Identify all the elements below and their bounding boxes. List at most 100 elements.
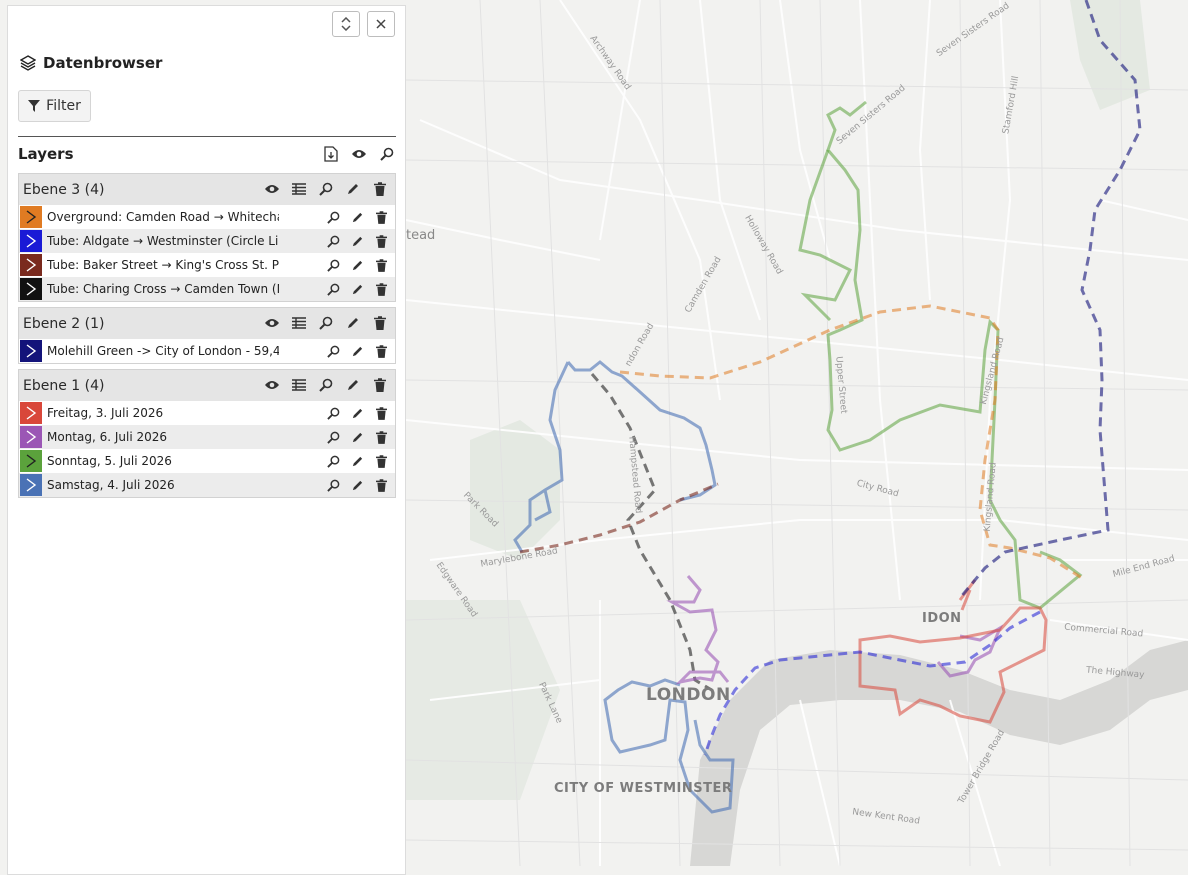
layer-item[interactable]: Molehill Green -> City of London - 59,4 … xyxy=(19,339,395,363)
edit-icon[interactable] xyxy=(348,428,366,446)
edit-icon[interactable] xyxy=(348,232,366,250)
filter-label: Filter xyxy=(46,98,81,114)
edit-icon[interactable] xyxy=(348,208,366,226)
route-swatch-icon xyxy=(20,254,42,276)
route-swatch-icon xyxy=(20,402,42,424)
layer-group-title: Ebene 2 (1) xyxy=(23,315,105,332)
layer-group-title: Ebene 3 (4) xyxy=(23,181,105,198)
close-button[interactable] xyxy=(367,11,395,37)
route-swatch-icon xyxy=(20,230,42,252)
table-icon[interactable] xyxy=(290,314,308,332)
edit-icon[interactable] xyxy=(348,404,366,422)
layer-item-label: Tube: Aldgate → Westminster (Circle Line… xyxy=(47,234,279,248)
data-browser-panel: Datenbrowser Filter Layers Ebene 3 (4) O… xyxy=(7,5,406,875)
route-swatch-icon xyxy=(20,340,42,362)
zoom-icon[interactable] xyxy=(324,280,342,298)
route-swatch-icon xyxy=(20,206,42,228)
layer-item-label: Tube: Baker Street → King's Cross St. Pa… xyxy=(47,258,279,272)
edit-icon[interactable] xyxy=(348,476,366,494)
eye-icon[interactable] xyxy=(263,180,281,198)
panel-title: Datenbrowser xyxy=(20,54,162,72)
chevron-up-down-icon xyxy=(341,17,351,31)
layer-item-label: Montag, 6. Juli 2026 xyxy=(47,430,168,444)
import-file-icon[interactable] xyxy=(322,145,340,163)
layer-item[interactable]: Tube: Aldgate → Westminster (Circle Line… xyxy=(19,229,395,253)
eye-icon[interactable] xyxy=(350,145,368,163)
route-swatch-icon xyxy=(20,474,42,496)
layer-group-header[interactable]: Ebene 1 (4) xyxy=(19,370,395,401)
edit-icon[interactable] xyxy=(344,314,362,332)
panel-title-text: Datenbrowser xyxy=(43,54,163,72)
trash-icon[interactable] xyxy=(372,428,390,446)
layers-title: Layers xyxy=(18,145,74,163)
zoom-icon[interactable] xyxy=(378,145,396,163)
zoom-icon[interactable] xyxy=(324,208,342,226)
layer-group: Ebene 2 (1) Molehill Green -> City of Lo… xyxy=(18,307,396,364)
zoom-icon[interactable] xyxy=(317,376,335,394)
route-swatch-icon xyxy=(20,450,42,472)
layer-item[interactable]: Samstag, 4. Juli 2026 xyxy=(19,473,395,497)
edit-icon[interactable] xyxy=(348,452,366,470)
zoom-icon[interactable] xyxy=(324,476,342,494)
eye-icon[interactable] xyxy=(263,314,281,332)
layer-group: Ebene 3 (4) Overground: Camden Road → Wh… xyxy=(18,173,396,302)
layer-group-header[interactable]: Ebene 2 (1) xyxy=(19,308,395,339)
layer-item[interactable]: Overground: Camden Road → Whitechapel xyxy=(19,205,395,229)
trash-icon[interactable] xyxy=(371,314,389,332)
eye-icon[interactable] xyxy=(263,376,281,394)
layer-item[interactable]: Tube: Charing Cross → Camden Town (North… xyxy=(19,277,395,301)
zoom-icon[interactable] xyxy=(324,428,342,446)
park-ne xyxy=(1070,0,1150,110)
trash-icon[interactable] xyxy=(372,280,390,298)
zoom-icon[interactable] xyxy=(317,314,335,332)
edit-icon[interactable] xyxy=(344,376,362,394)
zoom-icon[interactable] xyxy=(324,232,342,250)
filter-button[interactable]: Filter xyxy=(18,90,91,122)
layer-item-label: Sonntag, 5. Juli 2026 xyxy=(47,454,172,468)
district-label-westminster: CITY OF WESTMINSTER xyxy=(554,781,733,796)
layer-group-title: Ebene 1 (4) xyxy=(23,377,105,394)
layer-item[interactable]: Sonntag, 5. Juli 2026 xyxy=(19,449,395,473)
trash-icon[interactable] xyxy=(372,342,390,360)
filter-icon xyxy=(28,100,41,112)
edit-icon[interactable] xyxy=(348,256,366,274)
zoom-icon[interactable] xyxy=(324,256,342,274)
edit-icon[interactable] xyxy=(344,180,362,198)
zoom-icon[interactable] xyxy=(324,452,342,470)
zoom-icon[interactable] xyxy=(324,404,342,422)
layer-group: Ebene 1 (4) Freitag, 3. Juli 2026 Montag… xyxy=(18,369,396,498)
trash-icon[interactable] xyxy=(372,452,390,470)
trash-icon[interactable] xyxy=(371,180,389,198)
layer-group-header[interactable]: Ebene 3 (4) xyxy=(19,174,395,205)
layer-item[interactable]: Montag, 6. Juli 2026 xyxy=(19,425,395,449)
trash-icon[interactable] xyxy=(372,232,390,250)
hyde-park xyxy=(406,600,560,800)
layer-item-label: Tube: Charing Cross → Camden Town (North… xyxy=(47,282,279,296)
close-icon xyxy=(376,19,386,29)
trash-icon[interactable] xyxy=(372,208,390,226)
layer-item-label: Samstag, 4. Juli 2026 xyxy=(47,478,175,492)
layers-header: Layers xyxy=(18,136,396,171)
trash-icon[interactable] xyxy=(372,404,390,422)
zoom-icon[interactable] xyxy=(324,342,342,360)
zoom-icon[interactable] xyxy=(317,180,335,198)
layer-item-label: Molehill Green -> City of London - 59,4 … xyxy=(47,344,279,358)
trash-icon[interactable] xyxy=(371,376,389,394)
district-label-london: LONDON xyxy=(646,685,731,705)
trash-icon[interactable] xyxy=(372,476,390,494)
route-swatch-icon xyxy=(20,278,42,300)
route-swatch-icon xyxy=(20,426,42,448)
layer-item-label: Freitag, 3. Juli 2026 xyxy=(47,406,164,420)
edit-icon[interactable] xyxy=(348,280,366,298)
layers-icon xyxy=(20,55,36,71)
district-label-idon: IDON xyxy=(922,611,962,626)
place-label: tead xyxy=(406,228,436,243)
table-icon[interactable] xyxy=(290,376,308,394)
layer-item[interactable]: Freitag, 3. Juli 2026 xyxy=(19,401,395,425)
table-icon[interactable] xyxy=(290,180,308,198)
collapse-toggle-button[interactable] xyxy=(332,11,360,37)
layer-item[interactable]: Tube: Baker Street → King's Cross St. Pa… xyxy=(19,253,395,277)
layer-item-label: Overground: Camden Road → Whitechapel xyxy=(47,210,279,224)
trash-icon[interactable] xyxy=(372,256,390,274)
edit-icon[interactable] xyxy=(348,342,366,360)
